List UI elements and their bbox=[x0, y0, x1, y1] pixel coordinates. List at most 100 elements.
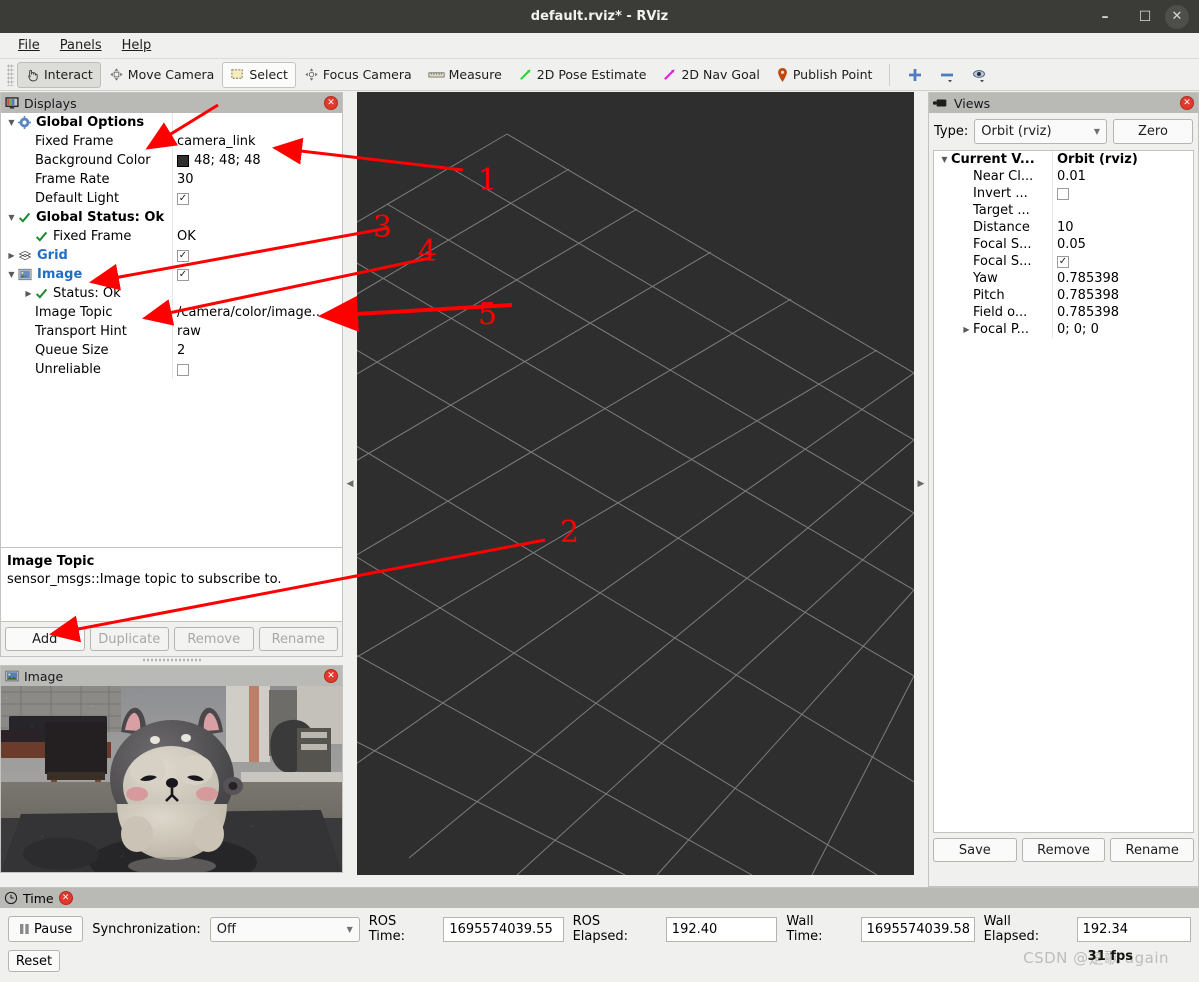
views-row-value-cell[interactable]: 0.785398 bbox=[1052, 270, 1193, 287]
displays-row-value-cell[interactable]: 30 bbox=[172, 170, 342, 189]
displays-row-value-cell[interactable] bbox=[172, 284, 342, 303]
displays-row[interactable]: ▶ Status: Ok bbox=[1, 284, 342, 303]
views-row[interactable]: Yaw 0.785398 bbox=[934, 270, 1193, 287]
displays-row-value-cell[interactable]: camera_link bbox=[172, 132, 342, 151]
displays-row[interactable]: Fixed Frame OK bbox=[1, 227, 342, 246]
zero-button[interactable]: Zero bbox=[1113, 119, 1193, 144]
views-row[interactable]: Focal S... 0.05 bbox=[934, 236, 1193, 253]
views-row-value-cell[interactable]: 0.785398 bbox=[1052, 287, 1193, 304]
reset-button[interactable]: Reset bbox=[8, 950, 60, 972]
views-row-value-cell[interactable] bbox=[1052, 202, 1193, 219]
tool-2d-pose-estimate[interactable]: 2D Pose Estimate bbox=[510, 62, 655, 88]
displays-close-icon[interactable]: ✕ bbox=[324, 96, 338, 110]
displays-row-value-cell[interactable] bbox=[172, 113, 342, 132]
views-row[interactable]: Focal S... ✓ bbox=[934, 253, 1193, 270]
views-tree[interactable]: ▼ Current V... Orbit (rviz) Near Cl... 0.01 I… bbox=[933, 150, 1194, 833]
displays-row[interactable]: Transport Hint raw bbox=[1, 322, 342, 341]
visibility-tool-button[interactable] bbox=[963, 62, 995, 88]
tool-publish-point[interactable]: Publish Point bbox=[768, 62, 881, 88]
views-row[interactable]: Target ... bbox=[934, 202, 1193, 219]
wall-elapsed-field[interactable]: 192.34 bbox=[1076, 916, 1192, 942]
displays-row[interactable]: ▶ Grid ✓ bbox=[1, 246, 342, 265]
horizontal-splitter[interactable] bbox=[141, 657, 202, 663]
pause-button[interactable]: Pause bbox=[8, 916, 84, 942]
views-row-value-cell[interactable]: 0.05 bbox=[1052, 236, 1193, 253]
checkbox-unchecked[interactable] bbox=[177, 363, 189, 376]
views-row-value-cell[interactable]: 0.01 bbox=[1052, 168, 1193, 185]
tree-expander-icon[interactable]: ▼ bbox=[5, 213, 18, 222]
displays-row[interactable]: Background Color 48; 48; 48 bbox=[1, 151, 342, 170]
views-row-value-cell[interactable] bbox=[1052, 185, 1193, 202]
rename-view-button[interactable]: Rename bbox=[1110, 838, 1195, 862]
tree-expander-icon[interactable]: ▶ bbox=[960, 325, 973, 334]
displays-row-value-cell[interactable]: 2 bbox=[172, 341, 342, 360]
views-row[interactable]: ▼ Current V... Orbit (rviz) bbox=[934, 151, 1193, 168]
menu-file[interactable]: File bbox=[8, 36, 50, 55]
tool-interact[interactable]: Interact bbox=[17, 61, 101, 88]
displays-row[interactable]: Image Topic/camera/color/image... bbox=[1, 303, 342, 322]
right-splitter-handle[interactable]: ▶ bbox=[914, 92, 928, 875]
views-row[interactable]: Distance 10 bbox=[934, 219, 1193, 236]
views-row-value-cell[interactable]: ✓ bbox=[1052, 253, 1193, 270]
views-row[interactable]: Near Cl... 0.01 bbox=[934, 168, 1193, 185]
view-type-select[interactable]: Orbit (rviz) ▼ bbox=[974, 119, 1107, 144]
views-row-value-cell[interactable]: 0; 0; 0 bbox=[1052, 321, 1193, 338]
minimize-button[interactable]: – bbox=[1085, 0, 1125, 33]
checkbox-checked[interactable]: ✓ bbox=[177, 268, 189, 281]
close-button[interactable]: ✕ bbox=[1165, 4, 1189, 29]
displays-row-value-cell[interactable] bbox=[172, 360, 342, 379]
wall-time-field[interactable]: 1695574039.58 bbox=[860, 916, 975, 942]
ros-elapsed-field[interactable]: 192.40 bbox=[665, 916, 778, 942]
views-row[interactable]: Pitch 0.785398 bbox=[934, 287, 1193, 304]
tool-move-camera[interactable]: Move Camera bbox=[101, 62, 223, 88]
toolbar-grip[interactable] bbox=[7, 63, 14, 86]
time-panel-close-icon[interactable]: ✕ bbox=[58, 891, 73, 905]
views-row-value-cell[interactable]: Orbit (rviz) bbox=[1052, 151, 1193, 168]
displays-row[interactable]: ▼ Global Options bbox=[1, 113, 342, 132]
3d-viewport[interactable] bbox=[357, 92, 914, 875]
displays-row-value-cell[interactable]: ✓ bbox=[172, 246, 342, 265]
save-view-button[interactable]: Save bbox=[933, 838, 1017, 862]
displays-tree[interactable]: ▼ Global Options Fixed Frame camera_link Bac… bbox=[1, 113, 342, 548]
color-swatch[interactable] bbox=[177, 154, 189, 167]
displays-row-value-cell[interactable]: 48; 48; 48 bbox=[172, 151, 342, 170]
checkbox-checked[interactable]: ✓ bbox=[177, 249, 189, 262]
displays-row[interactable]: Unreliable bbox=[1, 360, 342, 379]
image-panel-close-icon[interactable]: ✕ bbox=[324, 669, 338, 683]
checkbox-checked[interactable]: ✓ bbox=[177, 192, 189, 205]
views-row[interactable]: ▶ Focal P... 0; 0; 0 bbox=[934, 321, 1193, 338]
views-row-value-cell[interactable]: 0.785398 bbox=[1052, 304, 1193, 321]
displays-row[interactable]: Fixed Frame camera_link bbox=[1, 132, 342, 151]
views-row[interactable]: Field o... 0.785398 bbox=[934, 304, 1193, 321]
remove-view-button[interactable]: Remove bbox=[1021, 838, 1106, 862]
displays-row-value-cell[interactable]: raw bbox=[172, 322, 342, 341]
add-button[interactable]: Add bbox=[5, 627, 85, 651]
views-close-icon[interactable]: ✕ bbox=[1180, 96, 1194, 110]
displays-row[interactable]: ▼ Image ✓ bbox=[1, 265, 342, 284]
tool-measure[interactable]: Measure bbox=[420, 62, 510, 88]
tool-2d-nav-goal[interactable]: 2D Nav Goal bbox=[654, 62, 767, 88]
tree-expander-icon[interactable]: ▶ bbox=[5, 251, 18, 260]
tree-expander-icon[interactable]: ▼ bbox=[938, 155, 951, 164]
menu-help[interactable]: Help bbox=[112, 36, 162, 55]
ros-time-field[interactable]: 1695574039.55 bbox=[443, 916, 564, 942]
tree-expander-icon[interactable]: ▼ bbox=[5, 270, 18, 279]
checkbox-unchecked[interactable] bbox=[1057, 187, 1069, 200]
add-tool-button[interactable] bbox=[899, 62, 931, 88]
displays-row-value-cell[interactable]: /camera/color/image... bbox=[172, 303, 342, 322]
checkbox-checked[interactable]: ✓ bbox=[1057, 255, 1069, 268]
tool-focus-camera[interactable]: Focus Camera bbox=[296, 62, 420, 88]
tree-expander-icon[interactable]: ▶ bbox=[22, 289, 35, 298]
displays-row-value-cell[interactable]: ✓ bbox=[172, 189, 342, 208]
displays-row[interactable]: Queue Size 2 bbox=[1, 341, 342, 360]
displays-row-value-cell[interactable]: OK bbox=[172, 227, 342, 246]
displays-row[interactable]: ▼ Global Status: Ok bbox=[1, 208, 342, 227]
views-row-value-cell[interactable]: 10 bbox=[1052, 219, 1193, 236]
displays-row-value-cell[interactable] bbox=[172, 208, 342, 227]
tree-expander-icon[interactable]: ▼ bbox=[5, 118, 18, 127]
sync-select[interactable]: Off ▼ bbox=[209, 916, 360, 942]
tool-select[interactable]: Select bbox=[222, 61, 296, 88]
maximize-button[interactable]: ☐ bbox=[1125, 0, 1165, 33]
displays-row[interactable]: Default Light ✓ bbox=[1, 189, 342, 208]
menu-panels[interactable]: Panels bbox=[50, 36, 112, 55]
